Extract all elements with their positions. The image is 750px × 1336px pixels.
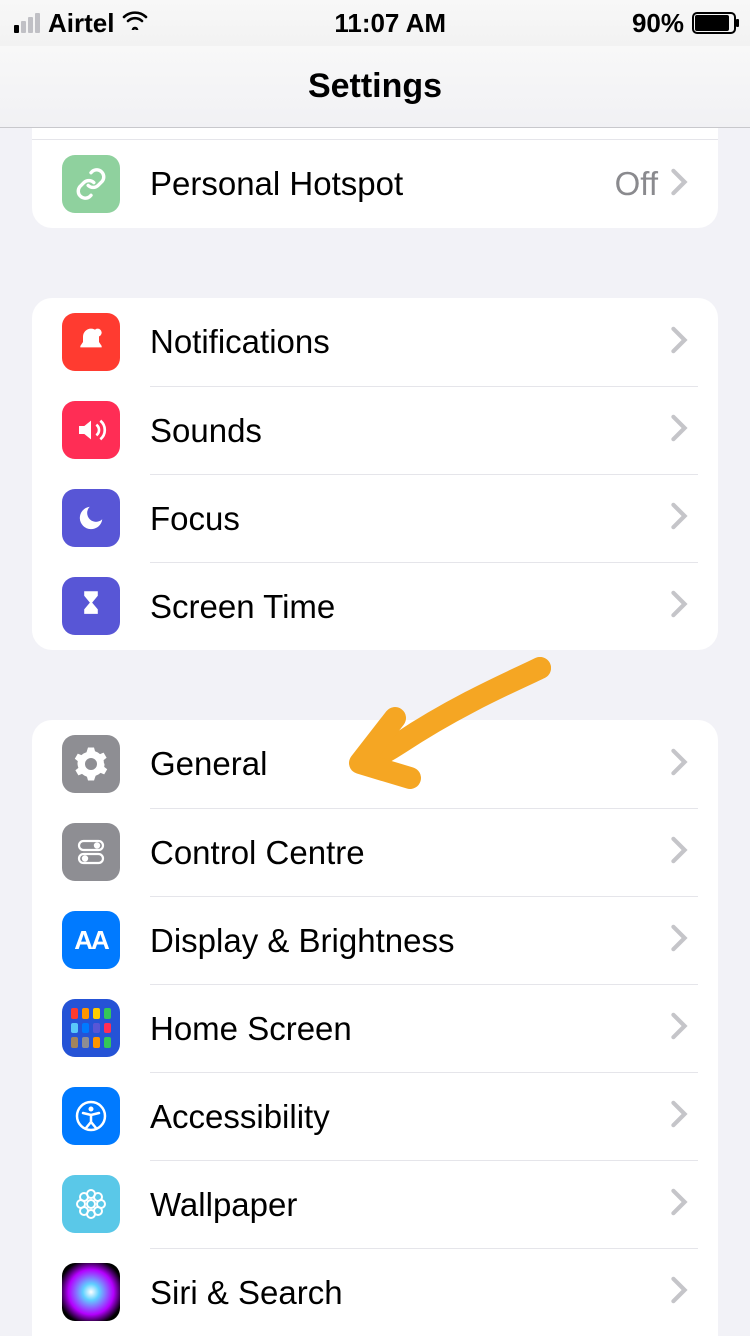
row-label: Notifications [150,323,330,361]
aa-icon: AA [62,911,120,969]
row-label: General [150,745,267,783]
row-label: Sounds [150,412,262,450]
gear-icon [62,735,120,793]
row-label: Wallpaper [150,1186,297,1224]
toggles-icon [62,823,120,881]
carrier-label: Airtel [48,8,114,39]
battery-percent: 90% [632,8,684,39]
row-control-centre[interactable]: Control Centre [32,808,718,896]
row-sounds[interactable]: Sounds [32,386,718,474]
row-siri-search[interactable]: Siri & Search [32,1248,718,1336]
nav-header: Settings [0,46,750,128]
row-screen-time[interactable]: Screen Time [32,562,718,650]
status-left: Airtel [14,8,148,39]
apps-icon [62,999,120,1057]
row-label: Display & Brightness [150,922,454,960]
row-display-brightness[interactable]: AA Display & Brightness [32,896,718,984]
battery-icon [692,12,736,34]
signal-strength-icon [14,13,40,33]
row-label: Accessibility [150,1098,330,1136]
status-time: 11:07 AM [334,8,446,39]
chevron-right-icon [670,590,688,623]
siri-icon [62,1263,120,1321]
status-right: 90% [632,8,736,39]
chevron-right-icon [670,1100,688,1133]
flower-icon [62,1175,120,1233]
row-focus[interactable]: Focus [32,474,718,562]
wifi-icon [122,9,148,37]
row-label: Siri & Search [150,1274,343,1312]
chevron-right-icon [670,414,688,447]
link-icon [62,155,120,213]
chevron-right-icon [670,326,688,359]
bell-icon [62,313,120,371]
settings-group-connectivity: Personal Hotspot Off [32,128,718,228]
row-wallpaper[interactable]: Wallpaper [32,1160,718,1248]
speaker-icon [62,401,120,459]
row-general[interactable]: General [32,720,718,808]
chevron-right-icon [670,168,688,201]
settings-group-device: General Control Centre AA Display & Brig… [32,720,718,1336]
status-bar: Airtel 11:07 AM 90% [0,0,750,46]
moon-icon [62,489,120,547]
chevron-right-icon [670,502,688,535]
settings-group-alerts: Notifications Sounds Focus [32,298,718,650]
chevron-right-icon [670,1276,688,1309]
chevron-right-icon [670,1188,688,1221]
accessibility-icon [62,1087,120,1145]
row-label: Personal Hotspot [150,165,403,203]
row-home-screen[interactable]: Home Screen [32,984,718,1072]
row-label: Control Centre [150,834,365,872]
row-personal-hotspot[interactable]: Personal Hotspot Off [32,140,718,228]
page-title: Settings [308,67,442,106]
chevron-right-icon [670,748,688,781]
chevron-right-icon [670,1012,688,1045]
row-label: Screen Time [150,588,335,626]
row-accessibility[interactable]: Accessibility [32,1072,718,1160]
chevron-right-icon [670,924,688,957]
chevron-right-icon [670,836,688,869]
row-value: Off [615,165,658,203]
hourglass-icon [62,577,120,635]
row-label: Focus [150,500,240,538]
group-partial-top [32,128,718,140]
row-notifications[interactable]: Notifications [32,298,718,386]
settings-scroll[interactable]: Personal Hotspot Off Notifications [0,128,750,1336]
row-label: Home Screen [150,1010,352,1048]
